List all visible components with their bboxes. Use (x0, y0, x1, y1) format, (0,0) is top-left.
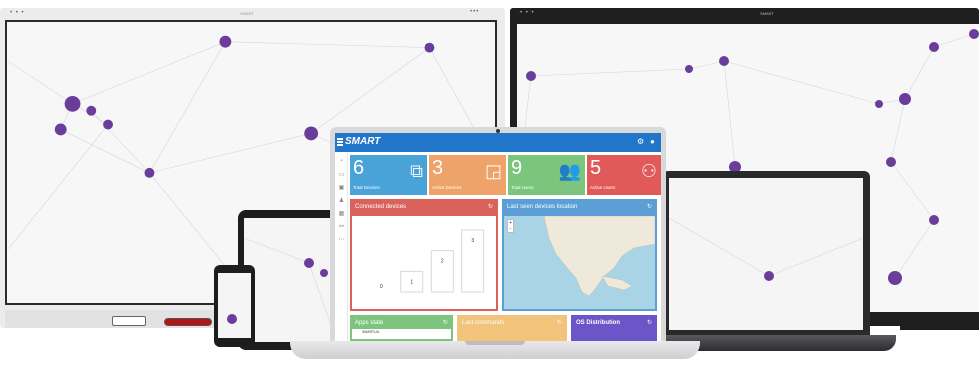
devices-icon: ⧉ (410, 161, 423, 181)
stat-tile-active-users[interactable]: 5 Active Users ⚇ (587, 155, 661, 195)
people-outline-icon: ⚇ (640, 161, 657, 181)
stat-value: 6 (353, 157, 365, 179)
gear-icon[interactable]: ⚙ (637, 137, 644, 146)
chart-value-label: 3 (471, 238, 474, 244)
users-icon[interactable]: ♟ (338, 198, 345, 204)
os-distribution-card: OS Distribution ↻ (571, 315, 657, 341)
link-icon[interactable]: ⚯ (338, 224, 345, 230)
right-display-dots: • • • (520, 10, 535, 16)
apps-icon[interactable]: ▦ (338, 211, 345, 217)
phone-screen (218, 273, 251, 338)
connected-devices-card: Connected devices ↻ 0 1 2 3 (350, 199, 498, 311)
stat-tile-total-users[interactable]: 9 Total Users 👥 (508, 155, 585, 195)
stat-label: Total Users (511, 185, 534, 190)
user-icon[interactable]: ● (650, 137, 655, 146)
apps-list: SMARTUA (352, 329, 451, 339)
laptop-notch (465, 341, 525, 345)
stat-value: 5 (590, 157, 602, 179)
chart-value-label: 0 (380, 284, 383, 290)
chart-value-label: 1 (410, 279, 413, 285)
stat-label: Active Users (590, 185, 616, 190)
app-header: SMART ⚙ ● (335, 133, 661, 152)
chart-bar (430, 250, 454, 293)
phone-graph (227, 314, 237, 324)
zoom-control[interactable]: + - (507, 219, 514, 233)
last-commands-card: Last commands ↻ (457, 315, 567, 341)
menu-icon[interactable] (337, 138, 343, 146)
zoom-out-button[interactable]: - (508, 226, 513, 232)
card-title: Connected devices (355, 204, 407, 210)
left-display-logo: SMART (240, 11, 254, 16)
dark-laptop-screen (669, 178, 863, 330)
stat-tile-active-devices[interactable]: 3 Active Devices ◲ (429, 155, 506, 195)
map-land (543, 216, 655, 297)
stat-label: Active Devices (432, 185, 462, 190)
connected-devices-chart: 0 1 2 3 (380, 229, 485, 293)
cast-icon: ◲ (484, 161, 502, 181)
apps-state-card: Apps state ↻ SMARTUA (350, 315, 453, 341)
stat-value: 3 (432, 157, 444, 179)
right-display-logo: SMART (760, 11, 774, 16)
card-title: OS Distribution (576, 320, 620, 326)
left-display-red-pen (164, 318, 212, 326)
stat-label: Total Devices (353, 185, 380, 190)
refresh-icon[interactable]: ↻ (647, 203, 652, 210)
sidebar: ▪ ▭ ▣ ♟ ▦ ⚯ ⋯ (335, 152, 348, 341)
tablet-graph (244, 237, 332, 329)
location-card: Last seen devices location ↻ + - (502, 199, 657, 311)
display-icon[interactable]: ▭ (338, 172, 345, 178)
home-icon[interactable]: ▪ (338, 158, 345, 164)
tablet-screen (244, 218, 332, 342)
dashboard-screen: SMART ⚙ ● ▪ ▭ ▣ ♟ ▦ ⚯ ⋯ 6 Total Devices … (335, 133, 661, 341)
dark-laptop-graph (669, 217, 863, 281)
monitor-icon[interactable]: ▣ (338, 185, 345, 191)
card-title: Last seen devices location (507, 204, 578, 210)
card-title: Last commands (462, 320, 505, 326)
refresh-icon[interactable]: ↻ (557, 319, 562, 326)
users-icon: 👥 (558, 161, 581, 181)
stat-tile-total-devices[interactable]: 6 Total Devices ⧉ (350, 155, 427, 195)
left-display-dots: • • • (10, 10, 25, 16)
map[interactable]: + - (504, 216, 655, 309)
chart-area: 0 1 2 3 (352, 216, 496, 309)
refresh-icon[interactable]: ↻ (647, 319, 652, 326)
left-display-camera: ••• (470, 9, 480, 15)
more-icon[interactable]: ⋯ (338, 237, 345, 243)
left-display-eraser (112, 316, 146, 326)
apps-item: SMARTUA (362, 330, 380, 334)
refresh-icon[interactable]: ↻ (488, 203, 493, 210)
stat-value: 9 (511, 157, 523, 179)
right-display-bottom (900, 312, 979, 330)
refresh-icon[interactable]: ↻ (443, 319, 448, 326)
chart-value-label: 2 (441, 259, 444, 265)
app-logo: SMART (345, 136, 381, 147)
